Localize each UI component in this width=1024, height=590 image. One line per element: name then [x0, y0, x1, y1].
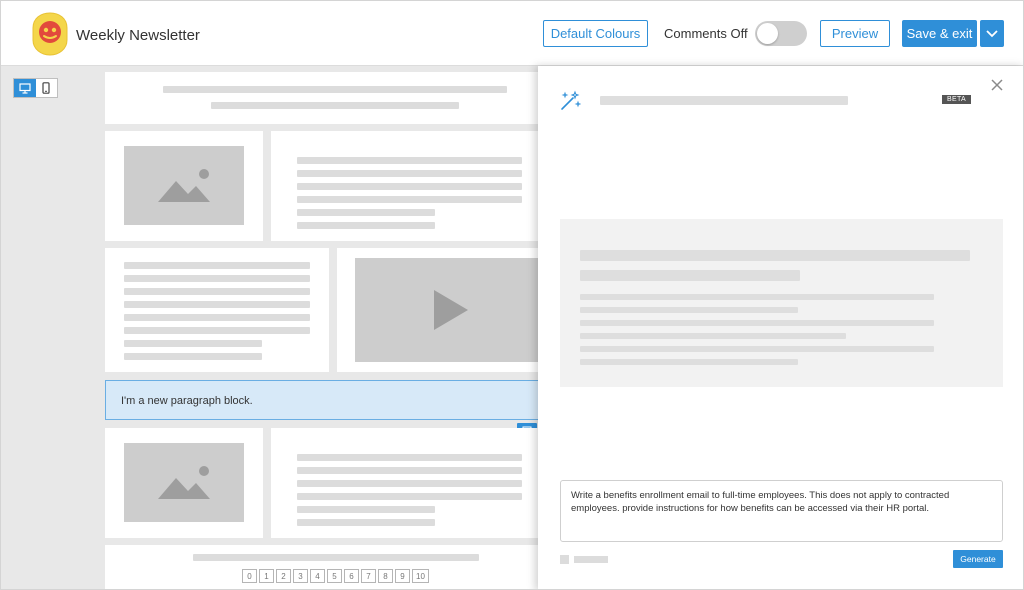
text-line — [297, 157, 522, 164]
device-toggle — [13, 78, 58, 98]
page-number[interactable]: 10 — [412, 569, 429, 583]
footer-block[interactable] — [105, 545, 541, 589]
text-line — [297, 467, 522, 474]
header-text-block[interactable] — [105, 72, 541, 124]
app-window: Weekly Newsletter Default Colours Commen… — [0, 0, 1024, 590]
desktop-view-button[interactable] — [14, 79, 36, 97]
text-line — [297, 222, 435, 229]
generate-button[interactable]: Generate — [953, 550, 1003, 568]
text-line — [124, 262, 310, 269]
text-line — [297, 170, 522, 177]
text-line — [297, 209, 435, 216]
text-line — [297, 506, 435, 513]
video-placeholder — [355, 258, 541, 362]
skeleton-line — [580, 359, 798, 365]
text-line — [124, 301, 310, 308]
page-number[interactable]: 7 — [361, 569, 376, 583]
text-line — [211, 102, 459, 109]
generated-preview-card — [560, 219, 1003, 387]
canvas-gutter — [1, 66, 105, 589]
desktop-icon — [19, 82, 31, 94]
save-exit-button[interactable]: Save & exit — [902, 20, 977, 47]
prompt-input[interactable]: Write a benefits enrollment email to ful… — [560, 480, 1003, 542]
top-bar: Weekly Newsletter Default Colours Commen… — [1, 1, 1023, 66]
text-line — [124, 327, 310, 334]
toggle-knob — [757, 23, 778, 44]
text-block[interactable] — [105, 248, 329, 372]
page-title: Weekly Newsletter — [76, 27, 200, 44]
comments-label: Comments Off — [664, 26, 748, 41]
pager: 0 1 2 3 4 5 6 7 8 9 10 — [242, 569, 429, 583]
skeleton-line — [580, 270, 800, 281]
mailchimp-logo-icon — [32, 12, 68, 56]
text-line — [297, 493, 522, 500]
skeleton-line — [580, 250, 970, 261]
page-number[interactable]: 0 — [242, 569, 257, 583]
text-line — [124, 275, 310, 282]
image-icon — [158, 169, 210, 202]
text-block[interactable] — [271, 428, 541, 538]
skeleton-line — [580, 320, 934, 326]
mobile-view-button[interactable] — [36, 79, 58, 97]
skeleton-line — [580, 333, 846, 339]
paragraph-text[interactable]: I'm a new paragraph block. — [121, 395, 253, 407]
text-line — [297, 196, 522, 203]
mobile-icon — [42, 82, 50, 94]
email-canvas: I'm a new paragraph block. 0 1 2 3 4 5 6… — [1, 66, 541, 589]
text-line — [297, 519, 435, 526]
text-block[interactable] — [271, 131, 541, 241]
image-icon — [158, 466, 210, 499]
close-icon[interactable] — [990, 78, 1004, 92]
page-number[interactable]: 4 — [310, 569, 325, 583]
page-number[interactable]: 6 — [344, 569, 359, 583]
image-placeholder — [124, 146, 244, 225]
image-placeholder — [124, 443, 244, 522]
default-colours-button[interactable]: Default Colours — [543, 20, 648, 47]
page-number[interactable]: 1 — [259, 569, 274, 583]
text-line — [297, 480, 522, 487]
option-label-placeholder — [574, 556, 608, 563]
beta-badge: BETA — [942, 95, 971, 104]
text-line — [297, 183, 522, 190]
magic-wand-icon — [561, 90, 581, 110]
image-block[interactable] — [105, 131, 263, 241]
page-number[interactable]: 8 — [378, 569, 393, 583]
chevron-down-icon — [986, 29, 998, 37]
text-line — [163, 86, 507, 93]
page-number[interactable]: 5 — [327, 569, 342, 583]
text-line — [124, 314, 310, 321]
panel-title-placeholder — [600, 96, 848, 105]
image-block[interactable] — [105, 428, 263, 538]
text-line — [124, 340, 262, 347]
paragraph-block[interactable]: I'm a new paragraph block. — [105, 380, 541, 420]
option-checkbox[interactable] — [560, 555, 569, 564]
skeleton-line — [580, 307, 798, 313]
preview-button[interactable]: Preview — [820, 20, 890, 47]
text-line — [297, 454, 522, 461]
video-block[interactable] — [337, 248, 541, 372]
page-number[interactable]: 3 — [293, 569, 308, 583]
skeleton-line — [580, 346, 934, 352]
page-number[interactable]: 9 — [395, 569, 410, 583]
ai-assistant-panel: BETA Write a benefits enrollment email t… — [538, 66, 1023, 589]
text-line — [124, 353, 262, 360]
page-number[interactable]: 2 — [276, 569, 291, 583]
save-options-dropdown[interactable] — [980, 20, 1004, 47]
skeleton-line — [580, 294, 934, 300]
play-icon — [434, 290, 468, 330]
text-line — [124, 288, 310, 295]
comments-toggle[interactable] — [755, 21, 807, 46]
text-line — [193, 554, 479, 561]
